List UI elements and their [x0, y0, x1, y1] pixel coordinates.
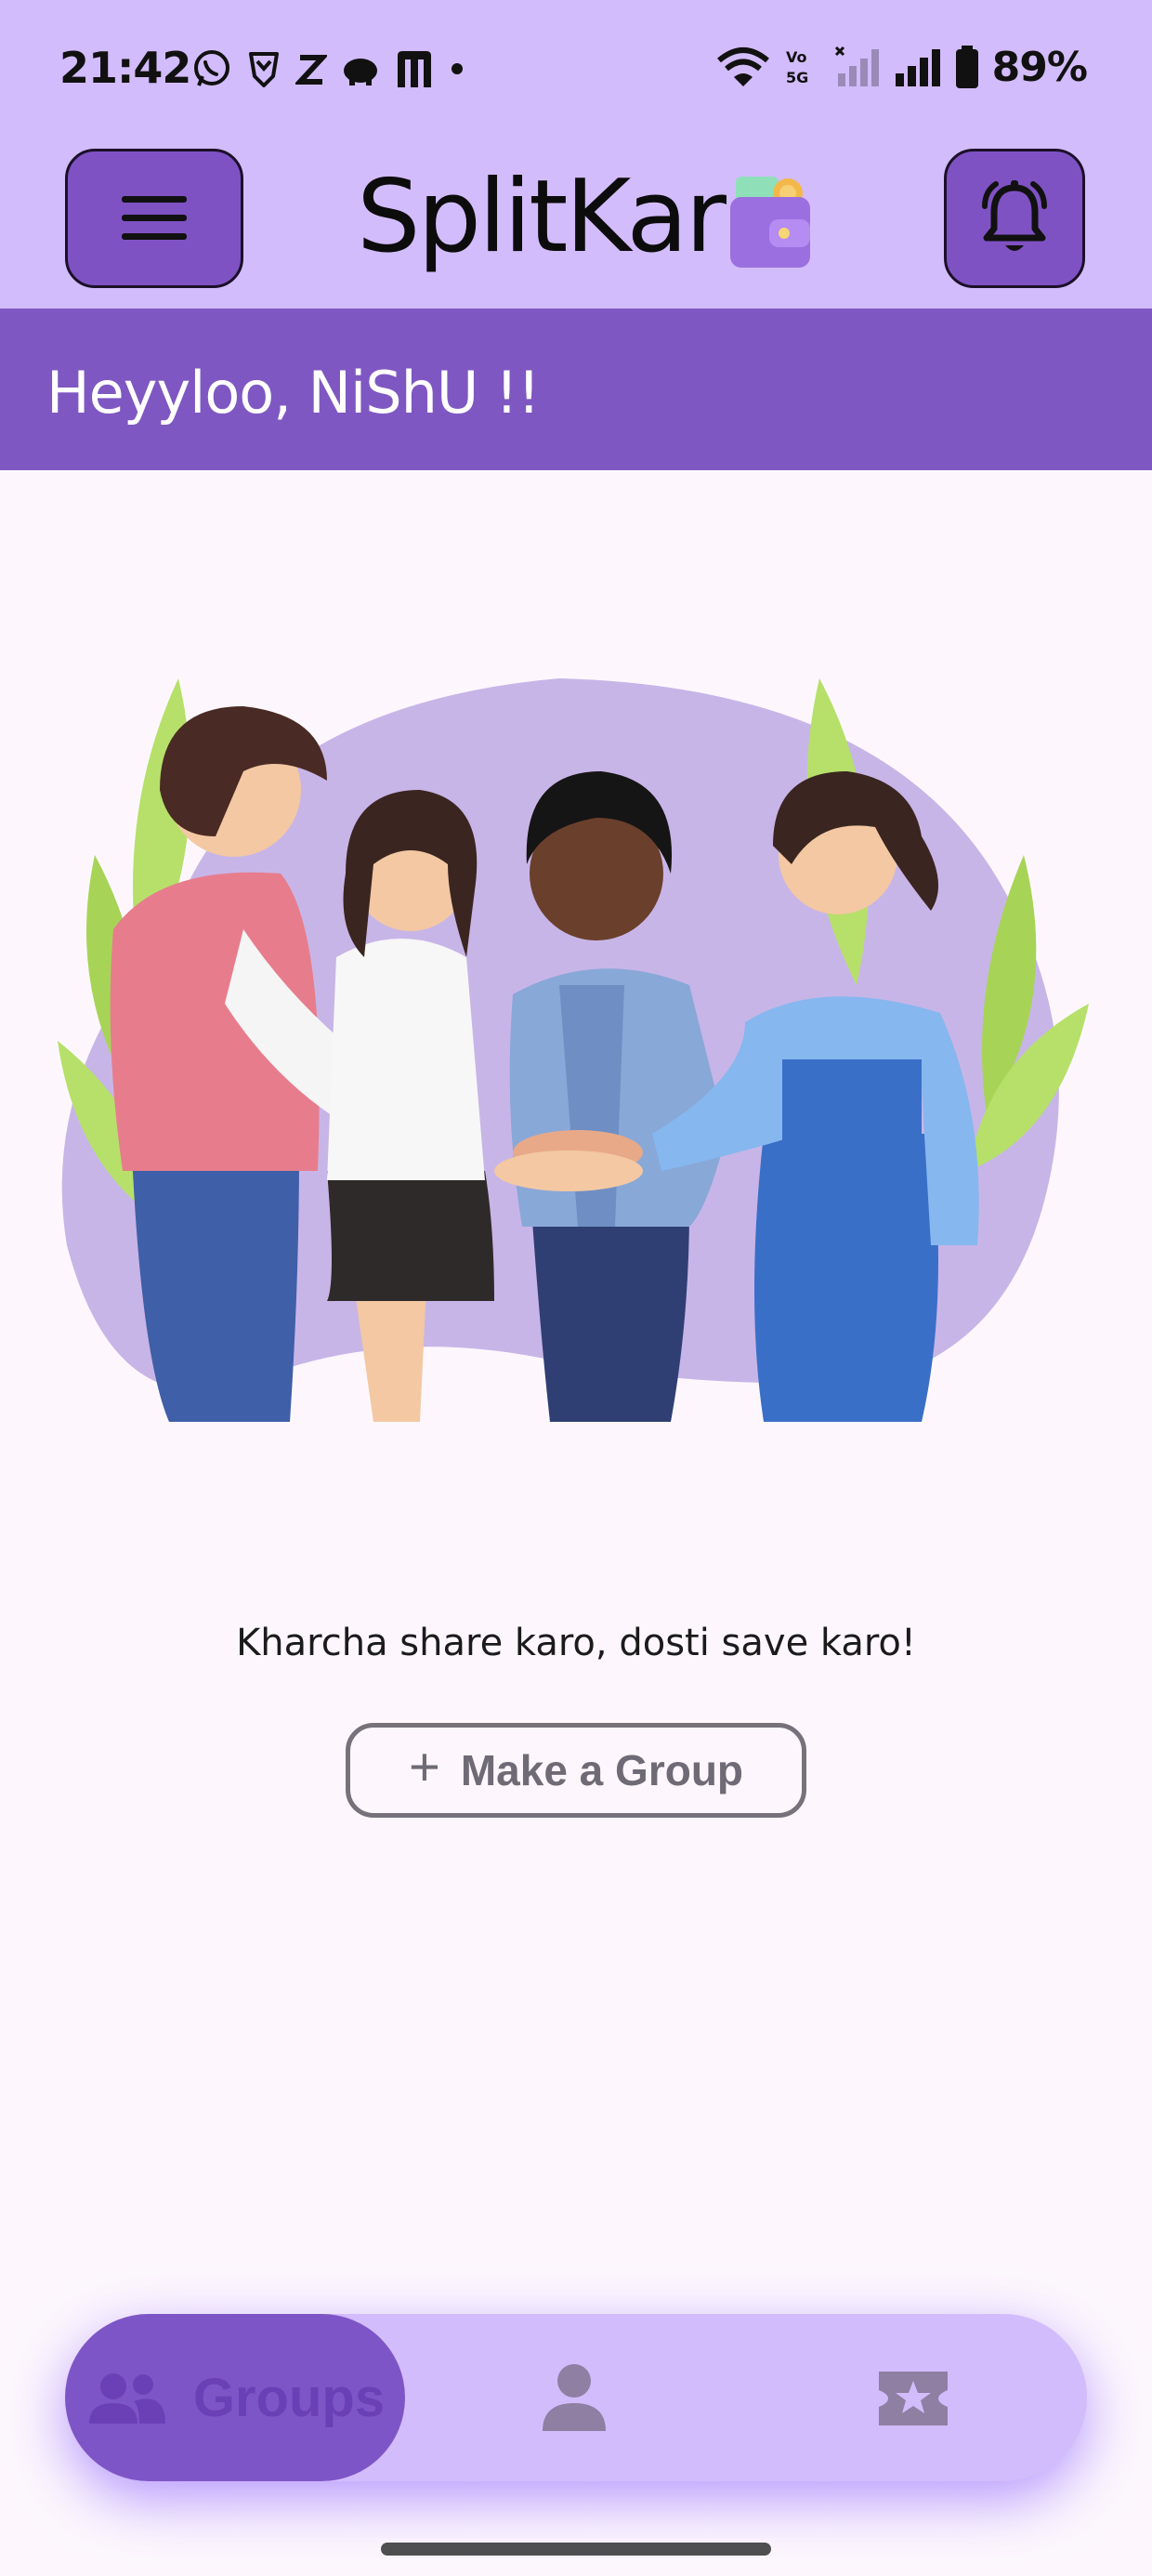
person-icon[interactable] — [537, 2360, 611, 2435]
group-icon — [88, 2373, 165, 2424]
home-indicator[interactable] — [381, 2543, 771, 2556]
signal-sim1-icon — [834, 46, 879, 86]
whatsapp-icon — [194, 50, 229, 86]
make-group-button[interactable]: + Make a Group — [346, 1723, 806, 1818]
svg-text:5G: 5G — [786, 69, 808, 86]
piggy-icon — [344, 59, 377, 85]
bell-icon — [982, 180, 1047, 251]
battery-percent: 89% — [991, 43, 1088, 91]
greeting-bar: Heyyloo, NiShU !! — [0, 309, 1152, 470]
status-bar: 21:42 Vo 5G 89% — [0, 0, 1152, 139]
make-group-label: Make a Group — [460, 1746, 744, 1794]
brave-icon — [249, 52, 279, 87]
menu-button[interactable] — [65, 149, 243, 288]
dot-icon — [452, 63, 463, 74]
tagline: Kharcha share karo, dosti save karo! — [236, 1622, 916, 1664]
ticket-star-icon[interactable] — [875, 2360, 951, 2437]
menu-icon — [122, 196, 187, 240]
wifi-icon — [716, 47, 769, 86]
signal-sim2-icon — [895, 49, 940, 86]
nav-tab-groups-label: Groups — [192, 2367, 386, 2428]
status-system-icons: Vo 5G 89% — [715, 43, 1088, 91]
status-time: 21:42 — [59, 43, 191, 93]
status-notification-icons — [191, 46, 466, 91]
volte-icon: Vo 5G — [786, 48, 808, 86]
m-icon — [398, 51, 431, 87]
notification-button[interactable] — [944, 149, 1085, 288]
battery-icon — [955, 46, 978, 88]
nav-tab-groups[interactable]: Groups — [65, 2314, 405, 2481]
bottom-nav: Groups — [65, 2314, 1087, 2481]
greeting-text: Heyyloo, NiShU !! — [46, 359, 541, 427]
svg-text:Vo: Vo — [786, 48, 807, 66]
wallet-icon — [730, 177, 810, 268]
app-title: SplitKar — [357, 159, 727, 275]
app-bar: SplitKar — [0, 139, 1152, 307]
team-illustration — [58, 678, 1089, 1422]
z-icon — [295, 55, 327, 85]
plus-icon: + — [408, 1737, 440, 1797]
